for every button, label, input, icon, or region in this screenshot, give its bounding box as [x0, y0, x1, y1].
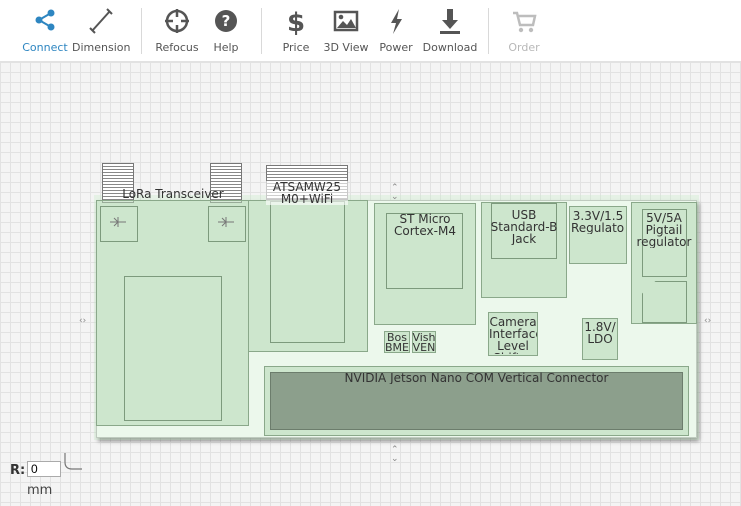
camera-interface-label: Camera Interface Level Shifter: [489, 316, 537, 354]
help-label: Help: [213, 41, 239, 54]
price-label: Price: [282, 41, 310, 54]
resize-handle-right[interactable]: ‹›: [704, 317, 711, 326]
refocus-button[interactable]: Refocus: [154, 6, 200, 56]
power-button[interactable]: Power: [378, 6, 414, 56]
refocus-label: Refocus: [155, 41, 199, 54]
pigtail-pad: [642, 281, 687, 323]
resize-handle-bottom[interactable]: ⌃ ⌄: [391, 446, 399, 464]
help-button[interactable]: ? Help: [208, 6, 244, 56]
lora-chip-footprint: [124, 276, 222, 421]
regulator-33v-label: 3.3V/1.5 Regulator: [571, 210, 625, 234]
radius-unit: mm: [27, 483, 53, 498]
download-button[interactable]: Download: [422, 6, 478, 56]
download-label: Download: [422, 41, 478, 54]
antenna-icon: [218, 217, 234, 227]
ldo-label: 1.8V/ LDO: [584, 321, 616, 345]
lora-transceiver-module[interactable]: [96, 200, 249, 426]
order-label: Order: [508, 41, 540, 54]
vish-label: Vish VEN: [412, 333, 436, 353]
toolbar-divider: [488, 8, 489, 54]
dollar-icon: $: [287, 8, 305, 36]
toolbar-divider: [141, 8, 142, 54]
cart-icon: [513, 11, 537, 33]
download-icon: [440, 9, 460, 34]
connect-button[interactable]: Connect: [20, 6, 70, 56]
3d-view-label: 3D View: [323, 41, 369, 54]
toolbar-divider: [261, 8, 262, 54]
regulator-5v-label: 5V/5A Pigtail regulator: [636, 212, 692, 248]
boost-label: Bos BME: [385, 333, 409, 353]
ruler-line-icon: [89, 8, 113, 34]
antenna-icon: [110, 217, 126, 227]
lora-transceiver-label: LoRa Transceiver: [122, 188, 224, 200]
usb-jack-label: USB Standard-B Jack: [490, 209, 558, 245]
dimension-label: Dimension: [72, 41, 131, 54]
corner-radius-icon: [64, 453, 82, 470]
crosshair-icon: [165, 9, 189, 33]
power-label: Power: [379, 41, 413, 54]
svg-text:?: ?: [222, 12, 231, 30]
connect-label: Connect: [22, 41, 68, 54]
price-button[interactable]: $ Price: [278, 6, 314, 56]
lightning-icon: [391, 9, 402, 34]
toolbar: Connect Dimension Refocus ? Help $ Price: [0, 0, 741, 62]
atsamw25-footprint: [270, 201, 345, 343]
jetson-connector-label: NVIDIA Jetson Nano COM Vertical Connecto…: [344, 372, 609, 384]
dimension-button[interactable]: Dimension: [72, 6, 130, 56]
resize-handle-left[interactable]: ‹›: [79, 317, 86, 326]
st-micro-label: ST Micro Cortex-M4: [394, 213, 456, 237]
order-button[interactable]: Order: [504, 6, 544, 56]
3d-view-button[interactable]: 3D View: [322, 6, 370, 56]
resize-handle-top[interactable]: ⌃ ⌄: [391, 184, 399, 202]
svg-text:$: $: [287, 8, 305, 36]
radius-label: R:: [10, 463, 26, 478]
radius-input[interactable]: [27, 461, 61, 477]
image-icon: [333, 10, 359, 32]
atsamw25-module[interactable]: [248, 200, 368, 352]
share-nodes-icon: [35, 9, 55, 31]
question-circle-icon: ?: [215, 10, 237, 32]
atsamw25-label: ATSAMW25 M0+WiFi: [266, 181, 348, 205]
